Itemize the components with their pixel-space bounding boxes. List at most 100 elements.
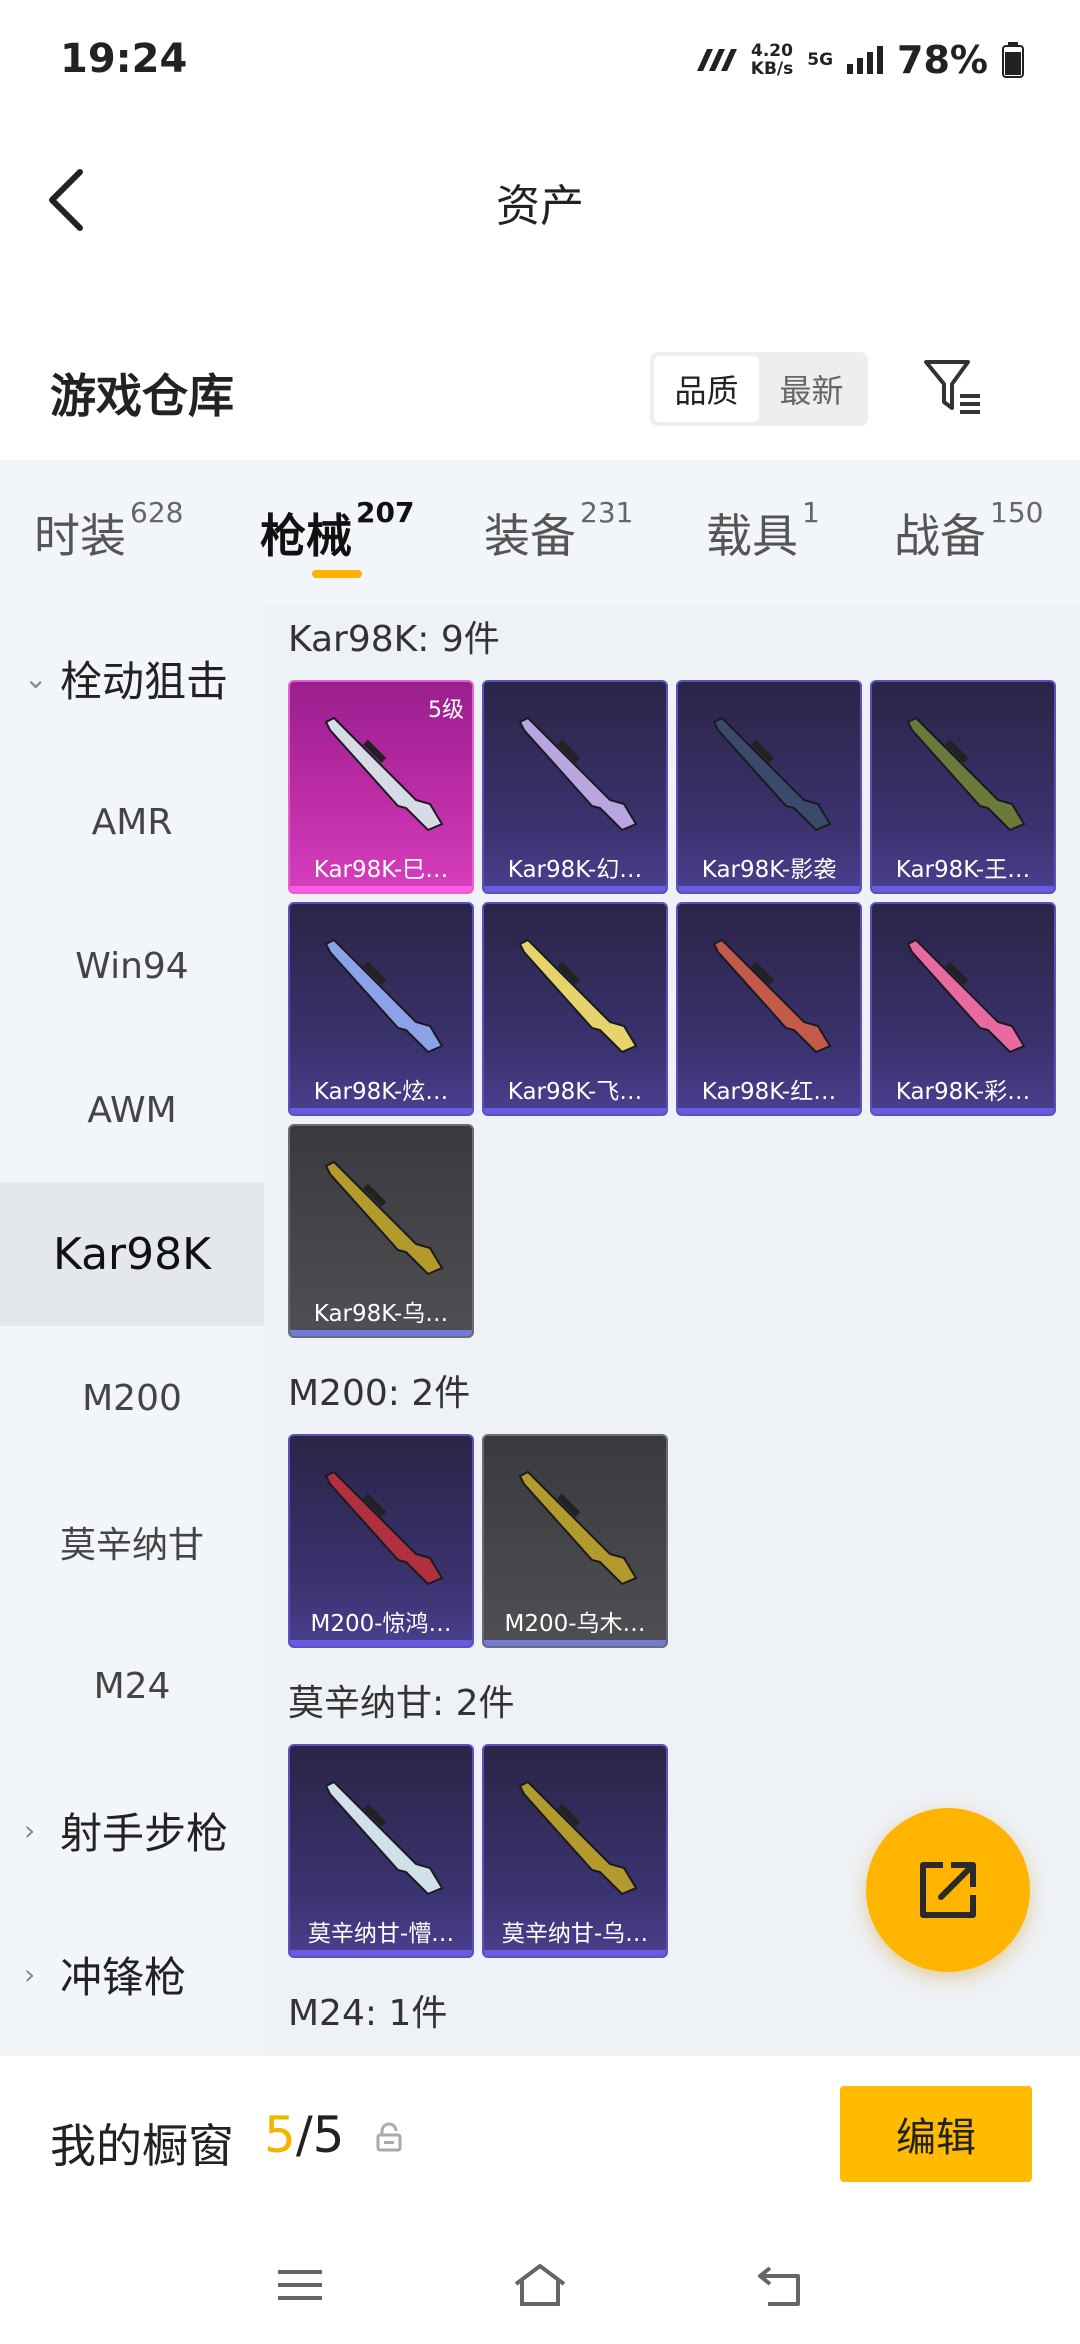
tab-count: 150 <box>990 496 1044 529</box>
sort-newest-button[interactable]: 最新 <box>759 356 864 422</box>
showcase-separator: / <box>295 2106 313 2164</box>
sort-quality-button[interactable]: 品质 <box>654 356 759 422</box>
back-nav-icon[interactable] <box>750 2260 810 2310</box>
weapon-name: M200-乌木… <box>504 1611 646 1637</box>
tab-fashion[interactable]: 时装 628 <box>34 496 183 566</box>
weapon-name: 莫辛纳甘-乌… <box>501 1921 649 1947</box>
network-type: 5G <box>807 50 834 70</box>
category-tabs: 时装 628 枪械 207 装备 231 载具 1 战备 150 <box>0 460 1080 606</box>
cellular: 5G <box>807 50 833 70</box>
weapon-card[interactable]: Kar98K-红… <box>676 902 862 1116</box>
weapon-name: Kar98K-巳… <box>313 857 449 883</box>
rifle-body <box>324 1780 444 1896</box>
sidebar-item-win94[interactable]: Win94 <box>0 894 264 1038</box>
sidebar-group-smg[interactable]: › 冲锋枪 <box>0 1902 264 2046</box>
tab-equipment[interactable]: 装备 231 <box>484 496 633 566</box>
sidebar-group-label: 射手步枪 <box>60 1808 229 1858</box>
home-icon[interactable] <box>510 2260 570 2310</box>
showcase-total: 5 <box>312 2106 345 2164</box>
system-nav-bar <box>0 2216 1080 2344</box>
rarity-bar <box>290 886 472 892</box>
speed-icon <box>696 49 737 71</box>
warehouse-row: 游戏仓库 品质 最新 <box>0 340 1080 440</box>
status-bar: 19:24 4.20 KB/s 5G 78% <box>0 0 1080 120</box>
sidebar-item-amr[interactable]: AMR <box>0 750 264 894</box>
rifle-body <box>518 1780 638 1896</box>
rarity-bar <box>290 1108 472 1114</box>
tab-supplies[interactable]: 战备 150 <box>894 496 1043 566</box>
sidebar-item-kar98k[interactable]: Kar98K <box>0 1182 264 1326</box>
weapon-card[interactable]: 莫辛纳甘-懵… <box>288 1744 474 1958</box>
rifle-body <box>324 1160 444 1276</box>
section-title-mosin: 莫辛纳甘: 2件 <box>288 1683 515 1724</box>
weapon-card[interactable]: Kar98K-飞… <box>482 902 668 1116</box>
weapon-name: M200-惊鸿… <box>310 1611 452 1637</box>
weapon-card[interactable]: Kar98K-影袭 <box>676 680 862 894</box>
section-title-kar98k: Kar98K: 9件 <box>288 619 500 660</box>
rifle-body <box>324 716 444 832</box>
tab-label: 战备 <box>894 509 986 563</box>
tab-count: 1 <box>802 496 820 529</box>
battery-percent: 78% <box>897 38 988 82</box>
edit-button[interactable]: 编辑 <box>840 2086 1032 2182</box>
rifle-body <box>518 938 638 1054</box>
weapon-card[interactable]: 5级 Kar98K-巳… <box>288 680 474 894</box>
rifle-body <box>518 1470 638 1586</box>
weapon-card[interactable]: Kar98K-乌… <box>288 1124 474 1338</box>
weapon-card[interactable]: M200-惊鸿… <box>288 1434 474 1648</box>
tab-count: 231 <box>580 496 634 529</box>
external-link-icon <box>920 1862 976 1918</box>
sidebar-item-mosin[interactable]: 莫辛纳甘 <box>0 1470 264 1614</box>
sidebar-item-awm[interactable]: AWM <box>0 1038 264 1182</box>
tab-label: 时装 <box>34 509 126 563</box>
chevron-right-icon: › <box>24 1813 36 1847</box>
status-time: 19:24 <box>60 36 188 82</box>
weapon-name: Kar98K-影袭 <box>701 857 837 883</box>
status-icons: 4.20 KB/s 5G 78% <box>693 38 1024 82</box>
weapon-card[interactable]: Kar98K-炫… <box>288 902 474 1116</box>
weapon-name: 莫辛纳甘-懵… <box>307 1921 455 1947</box>
weapon-name: Kar98K-飞… <box>507 1079 643 1105</box>
weapon-card[interactable]: Kar98K-王… <box>870 680 1056 894</box>
showcase-current: 5 <box>264 2106 296 2164</box>
menu-icon[interactable] <box>270 2260 330 2310</box>
chevron-down-icon: ⌄ <box>24 661 48 695</box>
showcase-bar: 我的橱窗 5/5 编辑 <box>0 2056 1080 2216</box>
weapon-name: Kar98K-炫… <box>313 1079 449 1105</box>
rifle-icon <box>324 1470 444 1586</box>
sidebar-item-m200[interactable]: M200 <box>0 1326 264 1470</box>
section-title-m200: M200: 2件 <box>288 1373 471 1414</box>
rifle-icon <box>906 938 1026 1054</box>
rifle-icon <box>712 938 832 1054</box>
filter-icon[interactable] <box>920 354 986 420</box>
weapon-card[interactable]: 莫辛纳甘-乌… <box>482 1744 668 1958</box>
showcase-label: 我的橱窗 <box>50 2119 234 2173</box>
warehouse-label: 游戏仓库 <box>50 369 234 423</box>
network-speed-unit: KB/s <box>750 59 794 79</box>
rarity-bar <box>484 1640 666 1646</box>
rifle-icon <box>518 716 638 832</box>
weapon-card[interactable]: M200-乌木… <box>482 1434 668 1648</box>
sidebar-group-label: 冲锋枪 <box>60 1952 187 2002</box>
rarity-bar <box>872 886 1054 892</box>
tab-firearms[interactable]: 枪械 207 <box>260 496 414 566</box>
page-title: 资产 <box>496 181 584 232</box>
weapon-name: Kar98K-彩… <box>895 1079 1031 1105</box>
weapon-card[interactable]: Kar98K-幻… <box>482 680 668 894</box>
sidebar-item-m24[interactable]: M24 <box>0 1614 264 1758</box>
rarity-bar <box>678 1108 860 1114</box>
rarity-bar <box>484 1108 666 1114</box>
share-button[interactable] <box>866 1808 1030 1972</box>
weapon-card[interactable]: Kar98K-彩… <box>870 902 1056 1116</box>
network-speed: 4.20 KB/s <box>751 42 793 78</box>
tab-vehicles[interactable]: 载具 1 <box>706 496 820 566</box>
sidebar-group-bolt-action[interactable]: ⌄ 栓动狙击 <box>0 606 264 750</box>
sidebar-group-label: 栓动狙击 <box>60 656 229 706</box>
rifle-body <box>324 938 444 1054</box>
tab-label: 装备 <box>484 509 576 563</box>
weapon-name: Kar98K-王… <box>895 857 1031 883</box>
rifle-body <box>712 716 832 832</box>
sidebar-group-marksman[interactable]: › 射手步枪 <box>0 1758 264 1902</box>
tab-count: 628 <box>130 496 184 529</box>
rarity-bar <box>290 1640 472 1646</box>
